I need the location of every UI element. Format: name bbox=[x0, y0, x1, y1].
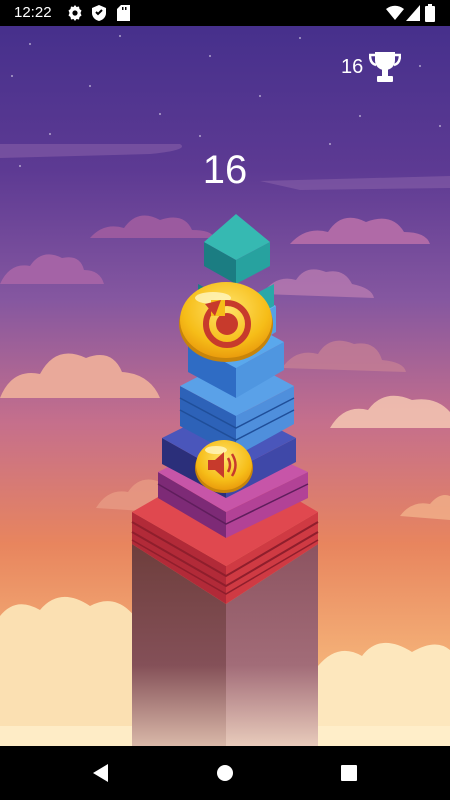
trophy-icon bbox=[368, 50, 402, 84]
nav-bar bbox=[0, 746, 450, 800]
battery-icon bbox=[425, 4, 435, 26]
wifi-icon bbox=[386, 5, 404, 25]
gear-icon bbox=[67, 5, 83, 25]
game-scene[interactable] bbox=[0, 26, 450, 746]
recents-square-icon[interactable] bbox=[336, 760, 362, 786]
best-score: 16 bbox=[341, 50, 402, 84]
best-score-value: 16 bbox=[341, 55, 364, 78]
cloud-lower-left bbox=[0, 596, 136, 746]
current-score: 16 bbox=[202, 148, 248, 192]
game-background bbox=[0, 26, 450, 746]
restart-button[interactable] bbox=[177, 278, 275, 368]
shield-icon bbox=[92, 5, 106, 25]
status-bar: 12:22 bbox=[0, 0, 450, 26]
sd-card-icon bbox=[117, 5, 130, 25]
back-triangle-icon[interactable] bbox=[88, 760, 114, 786]
home-circle-icon[interactable] bbox=[212, 760, 238, 786]
status-time: 12:22 bbox=[14, 4, 52, 21]
sound-button[interactable] bbox=[194, 438, 254, 498]
cell-signal-icon bbox=[406, 5, 420, 25]
